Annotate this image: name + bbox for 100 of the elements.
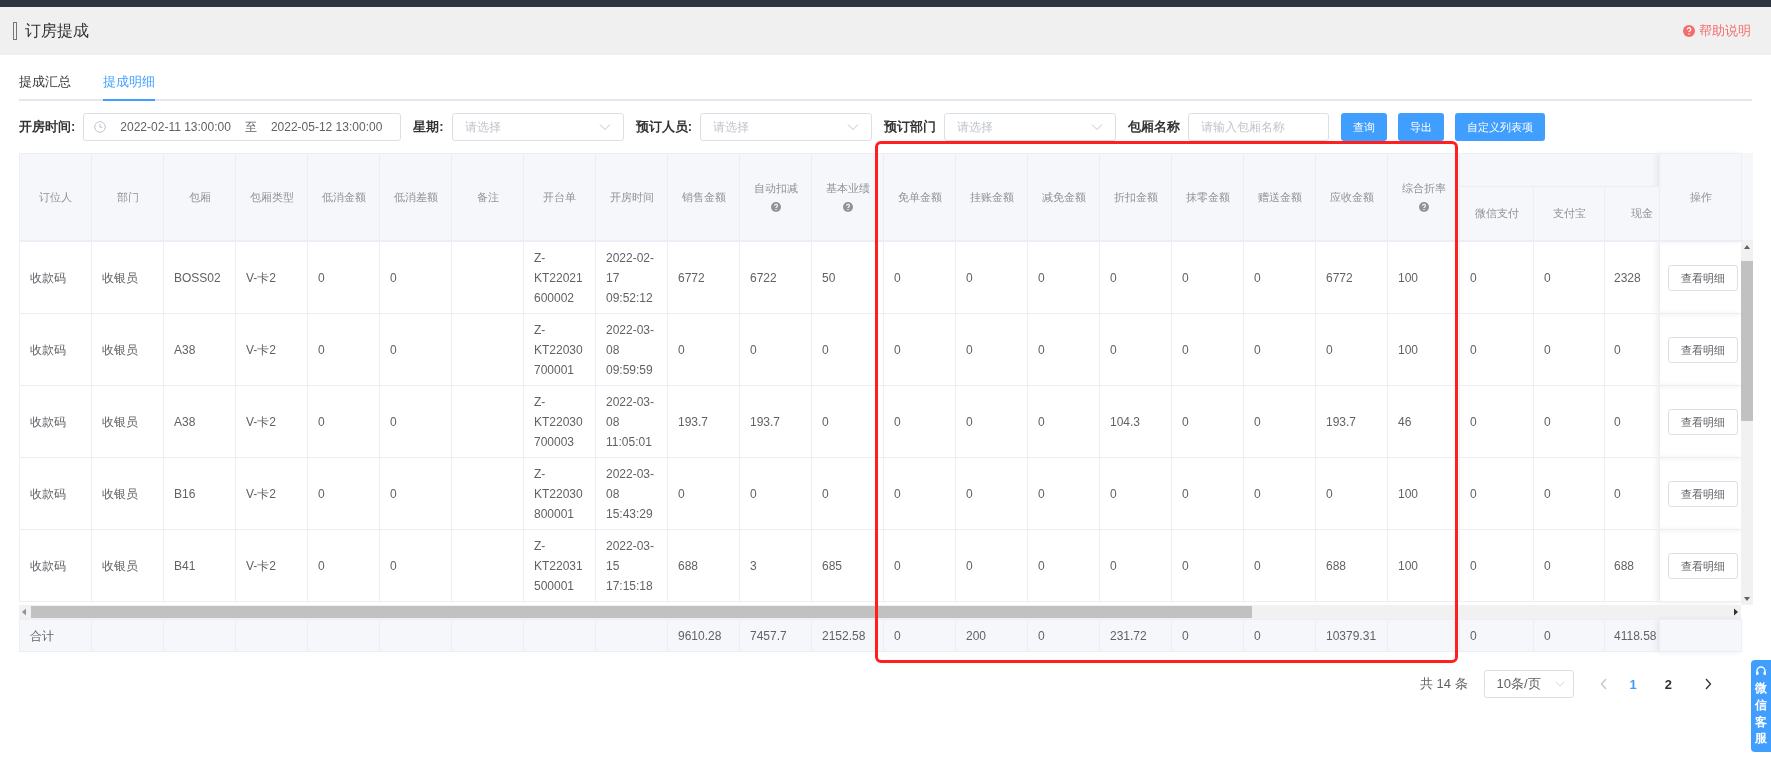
table-cell: 50 [822,270,836,285]
table-cell: 100 [1398,342,1419,357]
total-cell: 7457.7 [750,628,787,643]
table-cell: 685 [822,558,843,573]
column-header: 自动扣减 [739,153,812,241]
page-number[interactable]: 1 [1623,676,1643,692]
table-cell: 0 [1470,486,1477,501]
action-button[interactable]: 自定义列表项 [1455,113,1546,141]
table-cell: 收银员 [102,342,138,357]
table-cell: 0 [1470,414,1477,429]
table-cell: 0 [966,414,973,429]
table-cell: 3 [750,558,757,573]
page-size-select[interactable]: 10条/页 [1483,670,1574,698]
action-button[interactable]: 查询 [1341,113,1388,141]
horizontal-scrollbar[interactable] [19,605,1741,619]
table-cell: 收款码 [30,558,66,573]
table-cell: 193.7 [750,414,781,429]
table-cell: 0 [318,414,325,429]
table-cell: BOSS02 [174,270,221,285]
help-link[interactable]: 帮助说明 [1683,22,1751,40]
table-cell: 0 [1110,486,1117,501]
column-header: 应收金额 [1315,153,1388,241]
column-header: 包厢 [163,153,236,241]
table-cell: 0 [318,486,325,501]
column-header: 抹零金额 [1171,153,1244,241]
support-tab[interactable]: 微信客服 [1751,660,1771,753]
table-cell: 0 [1614,414,1621,429]
table-cell: 0 [1614,486,1621,501]
table-cell: 0 [822,486,829,501]
table-cell: 收银员 [102,558,138,573]
end-date: 2022-05-12 13:00:00 [270,120,383,134]
select-field[interactable]: 请选择 [451,113,624,141]
table-cell: 193.7 [678,414,709,429]
room-name-field[interactable]: 请输入包厢名称 [1188,113,1330,141]
total-cell: 2152.58 [822,628,866,643]
table-cell: 0 [318,342,325,357]
action-button[interactable]: 导出 [1398,113,1445,141]
next-page-icon[interactable] [1704,678,1712,690]
table-cell: 104.3 [1110,414,1141,429]
table-cell: 100 [1398,270,1419,285]
chevron-down-icon [1554,681,1565,687]
table-cell: 6772 [678,270,705,285]
total-cell: 231.72 [1110,628,1147,643]
table-cell: 2022-03-15 17:15:18 [606,538,655,593]
table-cell: 0 [822,414,829,429]
select-field[interactable]: 请选择 [944,113,1117,141]
table-cell: 100 [1398,486,1419,501]
table-cell: 0 [1254,486,1261,501]
table-cell: 0 [1470,270,1477,285]
table-cell: 0 [750,342,757,357]
previous-page-icon[interactable] [1599,678,1608,690]
total-cell: 0 [1470,628,1477,643]
total-cell: 0 [894,628,901,643]
start-date: 2022-02-11 13:00:00 [120,120,231,134]
tab[interactable]: 提成明细 [103,73,155,101]
view-details-button[interactable]: 查看明细 [1668,408,1738,435]
table-cell: 0 [1110,558,1117,573]
filter-label: 预订人员: [635,118,693,136]
total-label: 合计 [30,628,54,643]
vertical-scrollbar[interactable] [1741,241,1753,605]
tab[interactable]: 提成汇总 [19,73,71,101]
table-cell: B16 [174,486,196,501]
page-number[interactable]: 2 [1658,676,1678,692]
scrollbar-thumb[interactable] [1741,261,1753,421]
help-icon [770,201,781,212]
view-details-button[interactable]: 查看明细 [1668,480,1738,507]
total-cell: 0 [1182,628,1189,643]
table-cell: 收款码 [30,342,66,357]
table-cell: 收银员 [102,486,138,501]
help-icon [1683,25,1695,37]
total-cell: 200 [966,628,987,643]
scrollbar-thumb[interactable] [31,606,1252,618]
column-header: 低消金额 [307,153,380,241]
view-details-button[interactable]: 查看明细 [1668,264,1738,291]
column-header: 挂账金额 [955,153,1028,241]
table-cell: 0 [966,342,973,357]
table-cell: 688 [1614,558,1635,573]
table-cell: 0 [1544,270,1551,285]
date-range-field[interactable]: 2022-02-11 13:00:00 至 2022-05-12 13:00:00 [83,113,402,141]
table-cell: 193.7 [1326,414,1357,429]
headset-icon [1755,665,1767,677]
total-cell: 4118.58 [1614,628,1657,643]
column-header: 免单金额 [883,153,956,241]
table-cell: 0 [1038,558,1045,573]
table-cell: Z-KT22030700003 [534,394,583,449]
table-cell: 收款码 [30,270,66,285]
table-cell: 0 [678,342,685,357]
table-cell: 0 [1038,270,1045,285]
table-cell: 0 [1038,414,1045,429]
table-cell: V-卡2 [246,558,276,573]
table-cell: A38 [174,414,196,429]
table-cell: 6722 [750,270,777,285]
view-details-button[interactable]: 查看明细 [1668,552,1738,579]
view-details-button[interactable]: 查看明细 [1668,336,1738,363]
table-cell: Z-KT22031500001 [534,538,583,593]
table-cell: 2328 [1614,270,1641,285]
column-header: 订位人 [19,153,92,241]
select-field[interactable]: 请选择 [700,113,873,141]
table-cell: 0 [1254,558,1261,573]
total-cell: 0 [1544,628,1551,643]
